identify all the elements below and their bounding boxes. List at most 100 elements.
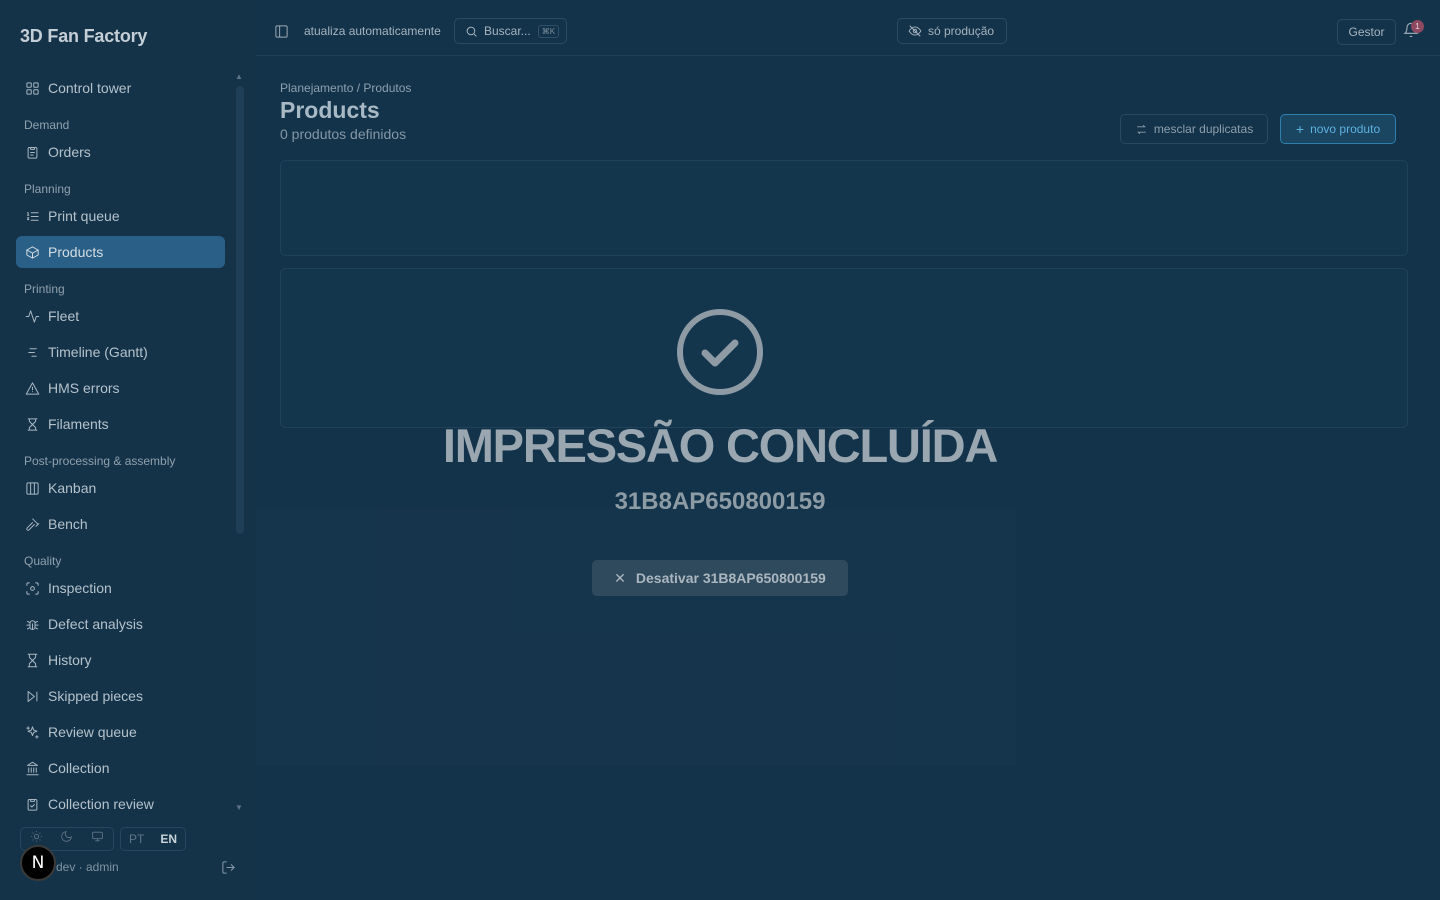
sidebar-item-label: Bench [48, 516, 88, 532]
filter-panel [280, 160, 1408, 256]
sidebar-nav: Control tower Demand Orders Planning Print q… [16, 72, 225, 824]
scroll-up-arrow[interactable]: ▲ [235, 72, 243, 81]
sidebar-group-label: Printing [24, 282, 65, 296]
sidebar-item-label: Fleet [48, 308, 80, 324]
scan-icon [24, 580, 40, 596]
clipboard-icon [24, 144, 40, 160]
eye-off-icon [908, 25, 922, 37]
sidebar-item-collection-review[interactable]: Collection review [16, 788, 225, 820]
landmark-icon [24, 760, 40, 776]
sidebar-item-review-queue[interactable]: Review queue [16, 716, 225, 748]
sidebar-item-label: Control tower [48, 80, 132, 96]
sidebar-item-filaments[interactable]: Filaments [16, 408, 225, 440]
sidebar-item-label: History [48, 652, 92, 668]
new-product-label: novo produto [1310, 122, 1381, 136]
arrows-swap-icon [1136, 124, 1146, 134]
plus-icon: + [1295, 121, 1305, 137]
sidebar-item-collection[interactable]: Collection [16, 752, 225, 784]
hourglass-icon [24, 652, 40, 668]
clipboard-check-icon [24, 796, 40, 812]
sidebar-item-history[interactable]: History [16, 644, 225, 676]
page-title: Products [280, 97, 380, 123]
sidebar-item-label: Collection [48, 760, 110, 776]
sidebar-item-kanban[interactable]: Kanban [16, 472, 225, 504]
lang-en-button[interactable]: EN [160, 832, 177, 846]
close-icon: ✕ [614, 569, 626, 586]
sidebar-toggle-icon[interactable] [274, 24, 289, 44]
grid-icon [24, 80, 40, 96]
sidebar-item-inspection[interactable]: Inspection [16, 572, 225, 604]
sidebar-item-skipped-pieces[interactable]: Skipped pieces [16, 680, 225, 712]
sidebar-item-label: Kanban [48, 480, 97, 496]
sidebar: 3D Fan Factory ▲ Control tower Demand Orde… [0, 0, 256, 900]
activity-icon [24, 308, 40, 324]
columns-icon [24, 480, 40, 496]
sidebar-item-label: Collection review [48, 796, 154, 812]
hammer-icon [24, 516, 40, 532]
sidebar-item-label: HMS errors [48, 380, 120, 396]
sparkles-icon [24, 724, 40, 740]
check-circle-icon [674, 306, 766, 398]
bug-icon [24, 616, 40, 632]
production-only-label: só produção [928, 24, 995, 38]
language-switcher: PT EN [120, 827, 186, 851]
search-placeholder: Buscar... [484, 24, 531, 38]
sidebar-item-label: Skipped pieces [48, 688, 143, 704]
print-complete-title: IMPRESSÃO CONCLUÍDA [442, 419, 998, 472]
sidebar-item-timeline-gantt[interactable]: Timeline (Gantt) [16, 336, 225, 368]
sidebar-item-print-queue[interactable]: Print queue [16, 200, 225, 232]
sidebar-group-label: Post-processing & assembly [24, 454, 176, 468]
skip-icon [24, 688, 40, 704]
sidebar-item-orders[interactable]: Orders [16, 136, 225, 168]
dev-tools-badge[interactable]: N [20, 845, 56, 881]
sidebar-item-label: Defect analysis [48, 616, 143, 632]
disable-printer-label: Desativar 31B8AP650800159 [635, 570, 826, 586]
list-ordered-icon [24, 208, 40, 224]
scroll-down-arrow[interactable]: ▼ [235, 803, 243, 812]
user-info: dev · admin [56, 860, 119, 874]
sidebar-item-hms-errors[interactable]: HMS errors [16, 372, 225, 404]
merge-duplicates-label: mesclar duplicatas [1153, 122, 1254, 136]
brand-title: 3D Fan Factory [20, 26, 148, 46]
sidebar-group-label: Demand [24, 118, 70, 132]
disable-printer-button[interactable]: ✕ Desativar 31B8AP650800159 [592, 560, 848, 596]
top-bar: atualiza automaticamente Buscar... ⌘K só… [256, 0, 1440, 56]
page-subtitle: 0 produtos definidos [280, 126, 407, 142]
sidebar-item-label: Products [48, 244, 104, 260]
role-button[interactable]: Gestor [1337, 19, 1396, 45]
search-button[interactable]: Buscar... ⌘K [454, 18, 567, 44]
notification-count-badge: 1 [1411, 20, 1424, 33]
sidebar-item-defect-analysis[interactable]: Defect analysis [16, 608, 225, 640]
sidebar-item-label: Orders [48, 144, 91, 160]
products-panel [280, 268, 1408, 428]
gantt-icon [24, 344, 40, 360]
lang-pt-button[interactable]: PT [129, 832, 144, 846]
sidebar-group-label: Quality [24, 554, 62, 568]
sidebar-item-label: Timeline (Gantt) [48, 344, 148, 360]
sidebar-item-label: Print queue [48, 208, 120, 224]
breadcrumb: Planejamento / Produtos [280, 81, 412, 95]
monitor-icon[interactable] [91, 830, 104, 848]
overlay-backdrop-area [256, 508, 1016, 766]
logout-icon[interactable] [221, 860, 236, 880]
spool-icon [24, 416, 40, 432]
package-icon [24, 244, 40, 260]
auto-refresh-label[interactable]: atualiza automaticamente [304, 24, 441, 38]
sidebar-scrollbar[interactable] [236, 86, 244, 534]
sidebar-group-label: Planning [24, 182, 71, 196]
sidebar-item-control-tower[interactable]: Control tower [16, 72, 225, 104]
merge-duplicates-button[interactable]: mesclar duplicatas [1120, 114, 1268, 144]
new-product-button[interactable]: + novo produto [1280, 114, 1396, 144]
moon-icon[interactable] [60, 830, 73, 848]
sidebar-item-label: Filaments [48, 416, 109, 432]
sidebar-item-products[interactable]: Products [16, 236, 225, 268]
search-icon [466, 26, 477, 37]
sidebar-item-bench[interactable]: Bench [16, 508, 225, 540]
sidebar-item-label: Review queue [48, 724, 137, 740]
search-shortcut: ⌘K [537, 24, 560, 38]
production-only-toggle[interactable]: só produção [897, 18, 1007, 44]
warning-icon [24, 380, 40, 396]
printer-serial: 31B8AP650800159 [614, 488, 826, 515]
sidebar-item-fleet[interactable]: Fleet [16, 300, 225, 332]
sidebar-item-label: Inspection [48, 580, 112, 596]
